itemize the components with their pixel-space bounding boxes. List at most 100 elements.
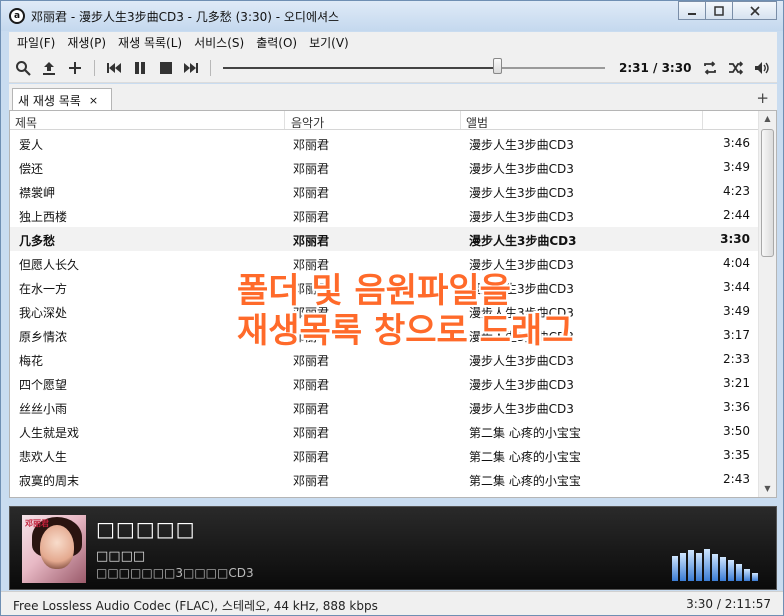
now-playing-title: □□□□□: [96, 517, 196, 541]
track-title: 我心深处: [19, 306, 68, 320]
scroll-down-icon[interactable]: ▼: [759, 481, 776, 497]
menu-bar: 파일(F) 재생(P) 재생 목록(L) 서비스(S) 출력(O) 보기(V): [9, 32, 777, 53]
search-icon[interactable]: [14, 59, 32, 77]
track-duration: 3:17: [723, 328, 750, 342]
table-row[interactable]: 四个愿望 邓丽君 漫步人生3步曲CD3 3:21: [10, 371, 758, 395]
menu-playback[interactable]: 재생(P): [61, 34, 112, 51]
track-duration: 3:50: [723, 424, 750, 438]
playlist[interactable]: 제목 음악가 앨범 爱人 邓丽君 漫步人生3步曲CD3 3:46 偿还 邓丽君 漫步人生3步…: [9, 110, 777, 498]
seek-thumb[interactable]: [492, 58, 502, 74]
open-file-icon[interactable]: [40, 59, 58, 77]
track-album: 漫步人生3步曲CD3: [469, 330, 574, 344]
track-title: 几多愁: [19, 234, 56, 248]
track-artist: 邓丽君: [293, 210, 330, 224]
seek-bar-fill: [223, 67, 498, 69]
table-row[interactable]: 爱人 邓丽君 漫步人生3步曲CD3 3:46: [10, 131, 758, 155]
column-divider[interactable]: [460, 111, 461, 129]
table-row[interactable]: 襟裳岬 邓丽君 漫步人生3步曲CD3 4:23: [10, 179, 758, 203]
visualizer-bar: [736, 564, 742, 581]
track-album: 第二集 心疼的小宝宝: [469, 474, 581, 488]
shuffle-icon[interactable]: [727, 59, 745, 77]
track-title: 但愿人长久: [19, 258, 80, 272]
maximize-button[interactable]: [705, 1, 733, 20]
menu-services[interactable]: 서비스(S): [188, 34, 250, 51]
now-playing-panel: 邓丽君 □□□□□ □□□□ □□□□□□□3□□□□CD3: [9, 506, 777, 590]
track-duration: 2:44: [723, 208, 750, 222]
menu-file[interactable]: 파일(F): [11, 34, 61, 51]
track-album: 漫步人生3步曲CD3: [469, 162, 574, 176]
track-list: 爱人 邓丽君 漫步人生3步曲CD3 3:46 偿还 邓丽君 漫步人生3步曲CD3 3:49 襟裳…: [10, 131, 758, 491]
minimize-button[interactable]: [678, 1, 706, 20]
spectrum-visualizer[interactable]: [672, 525, 768, 581]
stop-icon[interactable]: [157, 59, 175, 77]
track-album: 第二集 心疼的小宝宝: [469, 450, 581, 464]
table-row[interactable]: 梅花 邓丽君 漫步人生3步曲CD3 2:33: [10, 347, 758, 371]
add-icon[interactable]: [66, 59, 84, 77]
playlist-tabs: 새 재생 목록 × +: [9, 84, 777, 111]
track-album: 漫步人生3步曲CD3: [469, 402, 574, 416]
app-window: a 邓丽君 - 漫步人生3步曲CD3 - 几多愁 (3:30) - 오디에셔스 …: [0, 0, 784, 616]
add-tab-icon[interactable]: +: [756, 89, 769, 107]
track-title: 在水一方: [19, 282, 68, 296]
table-row[interactable]: 我心深处 邓丽君 漫步人生3步曲CD3 3:49: [10, 299, 758, 323]
menu-playlist[interactable]: 재생 목록(L): [112, 34, 188, 51]
table-row[interactable]: 在水一方 邓丽君 漫步人生3步曲CD3 3:44: [10, 275, 758, 299]
tab-new-playlist[interactable]: 새 재생 목록 ×: [12, 88, 112, 111]
table-row[interactable]: 原乡情浓 邓丽君 漫步人生3步曲CD3 3:17: [10, 323, 758, 347]
close-window-button[interactable]: [732, 1, 777, 20]
visualizer-bar: [680, 553, 686, 581]
tab-label: 새 재생 목록: [18, 93, 81, 108]
table-row-current[interactable]: 几多愁 邓丽君 漫步人生3步曲CD3 3:30: [10, 227, 758, 251]
total-time: 3:30 / 2:11:57: [686, 597, 771, 611]
app-logo-icon[interactable]: a: [9, 8, 25, 24]
visualizer-bar: [720, 557, 726, 581]
column-header-title[interactable]: 제목: [15, 114, 37, 131]
track-artist: 邓丽君: [293, 162, 330, 176]
track-duration: 3:30: [720, 232, 750, 246]
album-cover[interactable]: 邓丽君: [22, 515, 86, 583]
minimize-icon: [688, 12, 696, 15]
table-row[interactable]: 但愿人长久 邓丽君 漫步人生3步曲CD3 4:04: [10, 251, 758, 275]
column-header-album[interactable]: 앨범: [466, 114, 488, 131]
column-divider[interactable]: [702, 111, 703, 129]
track-artist: 邓丽君: [293, 402, 330, 416]
table-row[interactable]: 寂寞的周末 邓丽君 第二集 心疼的小宝宝 2:43: [10, 467, 758, 491]
track-artist: 邓丽君: [293, 474, 330, 488]
tab-close-icon[interactable]: ×: [89, 94, 98, 107]
codec-info: Free Lossless Audio Codec (FLAC), 스테레오, …: [13, 599, 378, 613]
track-title: 丝丝小雨: [19, 402, 68, 416]
title-bar[interactable]: a 邓丽君 - 漫步人生3步曲CD3 - 几多愁 (3:30) - 오디에셔스: [1, 1, 783, 31]
column-divider[interactable]: [284, 111, 285, 129]
track-album: 漫步人生3步曲CD3: [469, 354, 574, 368]
table-row[interactable]: 偿还 邓丽君 漫步人生3步曲CD3 3:49: [10, 155, 758, 179]
window-title: 邓丽君 - 漫步人生3步曲CD3 - 几多愁 (3:30) - 오디에셔스: [31, 10, 340, 24]
pause-icon[interactable]: [131, 59, 149, 77]
track-title: 原乡情浓: [19, 330, 68, 344]
track-duration: 3:46: [723, 136, 750, 150]
track-artist: 邓丽君: [293, 186, 330, 200]
track-album: 漫步人生3步曲CD3: [469, 138, 574, 152]
next-track-icon[interactable]: [182, 59, 200, 77]
menu-view[interactable]: 보기(V): [303, 34, 355, 51]
repeat-icon[interactable]: [701, 59, 719, 77]
table-row[interactable]: 悲欢人生 邓丽君 第二集 心疼的小宝宝 3:35: [10, 443, 758, 467]
toolbar: 2:31 / 3:30: [9, 53, 777, 83]
toolbar-divider: [94, 60, 95, 76]
track-duration: 2:33: [723, 352, 750, 366]
volume-icon[interactable]: [753, 59, 771, 77]
track-album: 漫步人生3步曲CD3: [469, 378, 574, 392]
table-row[interactable]: 人生就是戏 邓丽君 第二集 心疼的小宝宝 3:50: [10, 419, 758, 443]
vertical-scrollbar[interactable]: ▲ ▼: [758, 111, 776, 497]
table-row[interactable]: 丝丝小雨 邓丽君 漫步人生3步曲CD3 3:36: [10, 395, 758, 419]
seek-bar[interactable]: [223, 67, 605, 69]
table-row[interactable]: 独上西楼 邓丽君 漫步人生3步曲CD3 2:44: [10, 203, 758, 227]
track-artist: 邓丽君: [293, 354, 330, 368]
menu-output[interactable]: 출력(O): [250, 34, 303, 51]
previous-track-icon[interactable]: [105, 59, 123, 77]
track-album: 漫步人生3步曲CD3: [469, 210, 574, 224]
track-duration: 4:23: [723, 184, 750, 198]
track-artist: 邓丽君: [293, 330, 330, 344]
column-header-artist[interactable]: 음악가: [291, 114, 324, 131]
scroll-up-icon[interactable]: ▲: [759, 111, 776, 127]
scrollbar-thumb[interactable]: [761, 129, 774, 257]
